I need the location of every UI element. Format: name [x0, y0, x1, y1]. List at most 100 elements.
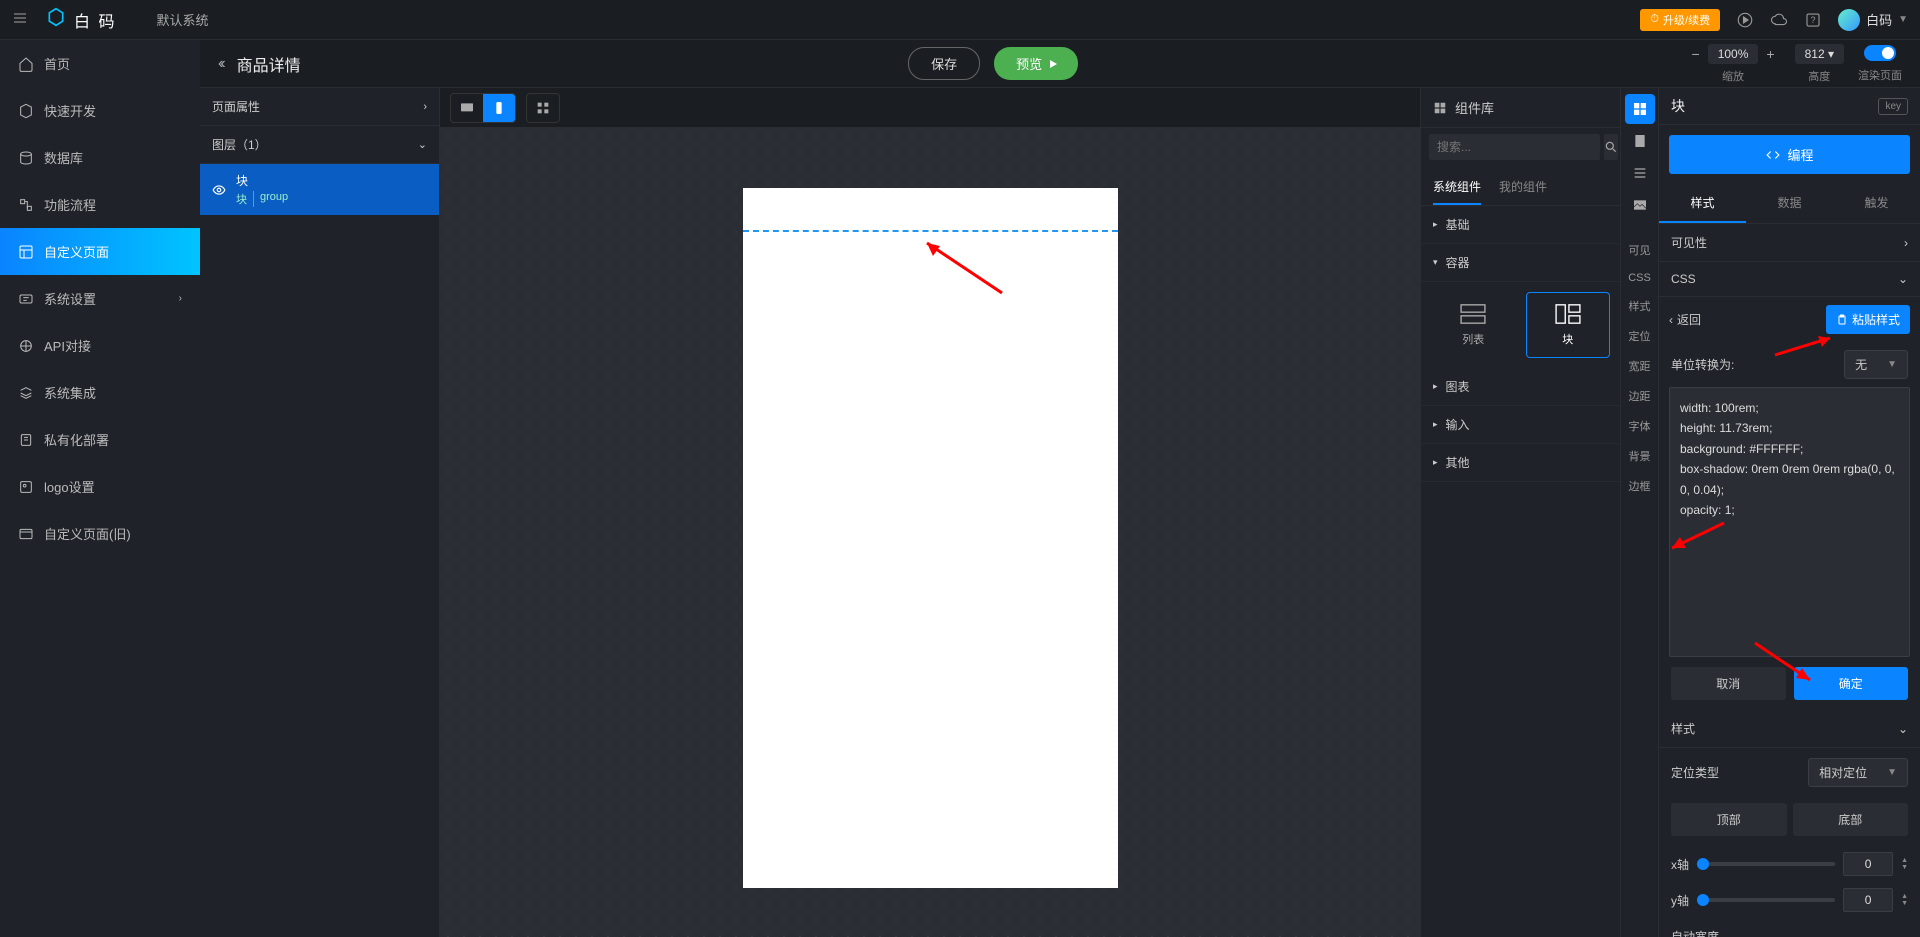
cat-input[interactable]: ▸输入: [1421, 406, 1620, 444]
annotation-arrow-1: [922, 238, 1012, 311]
layer-block[interactable]: 块 块group: [200, 164, 439, 215]
key-badge[interactable]: key: [1878, 98, 1908, 115]
page-header: ‹‹ 商品详情 保存 预览 − 100% + 缩放 812 ▾ 高度: [200, 40, 1920, 88]
tab-style[interactable]: 样式: [1659, 184, 1746, 223]
layers-panel: 页面属性› 图层（1）⌄ 块 块group: [200, 88, 440, 937]
cat-container[interactable]: ▾容器: [1421, 244, 1620, 282]
cancel-button[interactable]: 取消: [1671, 667, 1786, 700]
nav-home[interactable]: 首页: [0, 40, 200, 87]
nav-database[interactable]: 数据库: [0, 134, 200, 181]
rail-spacing[interactable]: 宽距: [1625, 352, 1655, 380]
y-input[interactable]: [1843, 888, 1893, 912]
page-props-row[interactable]: 页面属性›: [200, 88, 439, 126]
rail-css[interactable]: CSS: [1625, 266, 1655, 290]
tab-system-comp[interactable]: 系统组件: [1433, 170, 1481, 205]
layers-header[interactable]: 图层（1）⌄: [200, 126, 439, 164]
drop-guide: [743, 230, 1118, 232]
search-button[interactable]: [1604, 134, 1618, 160]
top-bar: 白 码 默认系统 ⏱ 升级/续费 ? 白码 ▼: [0, 0, 1920, 40]
rail-style[interactable]: 样式: [1625, 292, 1655, 320]
nav-private[interactable]: 私有化部署: [0, 416, 200, 463]
nav-logo[interactable]: logo设置: [0, 463, 200, 510]
x-down[interactable]: ▼: [1901, 864, 1908, 871]
nav-oldpage[interactable]: 自定义页面(旧): [0, 510, 200, 557]
zoom-value[interactable]: 100%: [1708, 44, 1759, 64]
css-textarea[interactable]: [1669, 387, 1910, 657]
canvas-viewport[interactable]: [440, 128, 1420, 937]
css-back[interactable]: ‹ 返回: [1669, 311, 1701, 328]
rail-page-icon[interactable]: [1625, 126, 1655, 156]
help-icon[interactable]: ?: [1804, 11, 1822, 29]
y-up[interactable]: ▲: [1901, 893, 1908, 900]
x-up[interactable]: ▲: [1901, 857, 1908, 864]
render-toggle[interactable]: [1864, 45, 1896, 61]
rail-border[interactable]: 边距: [1625, 382, 1655, 410]
tab-trigger[interactable]: 触发: [1833, 184, 1920, 223]
rail-bg[interactable]: 背景: [1625, 442, 1655, 470]
rail-position[interactable]: 定位: [1625, 322, 1655, 350]
complib-header: 组件库: [1421, 88, 1620, 128]
rail-component-icon[interactable]: [1625, 94, 1655, 124]
auto-width-row[interactable]: 自动宽度: [1659, 918, 1920, 937]
visibility-icon[interactable]: [212, 183, 226, 197]
upgrade-button[interactable]: ⏱ 升级/续费: [1640, 9, 1720, 31]
comp-list[interactable]: 列表: [1431, 292, 1516, 358]
nav-api[interactable]: API对接: [0, 322, 200, 369]
cloud-icon[interactable]: [1770, 11, 1788, 29]
y-down[interactable]: ▼: [1901, 900, 1908, 907]
code-button[interactable]: 编程: [1669, 135, 1910, 174]
props-title: 块: [1671, 96, 1685, 116]
nav-integration[interactable]: 系统集成: [0, 369, 200, 416]
x-input[interactable]: [1843, 852, 1893, 876]
nav-flow[interactable]: 功能流程: [0, 181, 200, 228]
pos-type-select[interactable]: 相对定位▼: [1808, 758, 1908, 787]
user-menu[interactable]: 白码 ▼: [1838, 9, 1908, 31]
grid-view-btn[interactable]: [527, 94, 559, 122]
nav-quickdev[interactable]: 快速开发: [0, 87, 200, 134]
height-value[interactable]: 812 ▾: [1795, 44, 1844, 64]
css-section[interactable]: CSS⌄: [1659, 262, 1920, 297]
component-search[interactable]: [1429, 134, 1600, 160]
cat-chart[interactable]: ▸图表: [1421, 368, 1620, 406]
pos-top-btn[interactable]: 顶部: [1671, 803, 1787, 836]
nav-custompage[interactable]: 自定义页面: [0, 228, 200, 275]
zoom-in[interactable]: +: [1760, 44, 1780, 64]
desktop-view-btn[interactable]: [451, 94, 483, 122]
properties-panel: 块 key 编程 样式 数据 触发 可见性› CSS⌄ ‹ 返回 粘贴样式: [1658, 88, 1920, 937]
page-title: 商品详情: [237, 52, 301, 76]
mobile-view-btn[interactable]: [483, 94, 515, 122]
component-library: 组件库 系统组件 我的组件 ▸基础 ▾容器 列表: [1420, 88, 1620, 937]
pos-bottom-btn[interactable]: 底部: [1793, 803, 1909, 836]
visibility-section[interactable]: 可见性›: [1659, 224, 1920, 262]
rail-borderstyle[interactable]: 边框: [1625, 472, 1655, 500]
brand-text: 白 码: [74, 8, 116, 32]
menu-toggle-icon[interactable]: [12, 10, 28, 29]
y-slider[interactable]: [1697, 898, 1835, 902]
mobile-frame[interactable]: [743, 188, 1118, 888]
comp-block[interactable]: 块: [1526, 292, 1611, 358]
preview-button[interactable]: 预览: [994, 47, 1078, 80]
style-section[interactable]: 样式⌄: [1659, 710, 1920, 748]
pos-type-label: 定位类型: [1671, 764, 1719, 781]
x-slider[interactable]: [1697, 862, 1835, 866]
zoom-out[interactable]: −: [1686, 44, 1706, 64]
back-button[interactable]: ‹‹: [218, 55, 223, 73]
unit-select[interactable]: 无▼: [1844, 350, 1908, 379]
rail-list-icon[interactable]: [1625, 158, 1655, 188]
canvas-area: [440, 88, 1420, 937]
confirm-button[interactable]: 确定: [1794, 667, 1909, 700]
play-icon[interactable]: [1736, 11, 1754, 29]
icon-rail: 可见 CSS 样式 定位 宽距 边距 字体 背景 边框: [1620, 88, 1658, 937]
save-button[interactable]: 保存: [908, 47, 980, 80]
paste-style-button[interactable]: 粘贴样式: [1826, 305, 1910, 334]
nav-settings[interactable]: 系统设置›: [0, 275, 200, 322]
cat-basic[interactable]: ▸基础: [1421, 206, 1620, 244]
rail-font[interactable]: 字体: [1625, 412, 1655, 440]
tab-my-comp[interactable]: 我的组件: [1499, 170, 1547, 205]
rail-image-icon[interactable]: [1625, 190, 1655, 220]
canvas-toolbar: [440, 88, 1420, 128]
cat-other[interactable]: ▸其他: [1421, 444, 1620, 482]
tab-data[interactable]: 数据: [1746, 184, 1833, 223]
chevron-down-icon: ▼: [1898, 14, 1908, 25]
rail-visible[interactable]: 可见: [1625, 236, 1655, 264]
